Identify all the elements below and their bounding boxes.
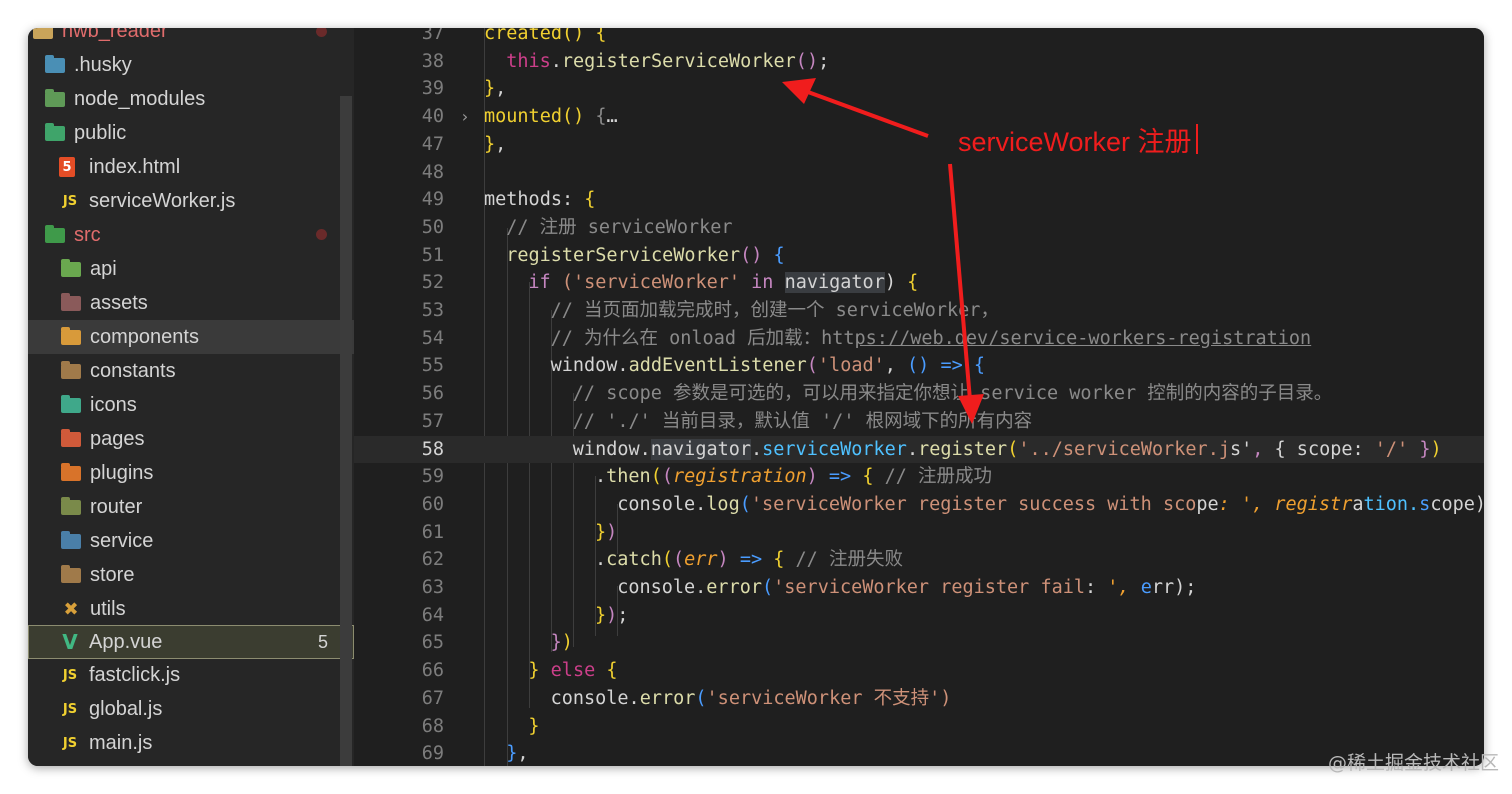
annotation-label: serviceWorker 注册 [958, 127, 1192, 157]
watermark: @稀土掘金技术社区 [1328, 752, 1500, 774]
annotation-arrow-horizontal [782, 78, 929, 138]
text-caret [1196, 124, 1198, 154]
annotation-arrow-vertical [948, 163, 984, 424]
annotation-arrows [782, 78, 984, 424]
